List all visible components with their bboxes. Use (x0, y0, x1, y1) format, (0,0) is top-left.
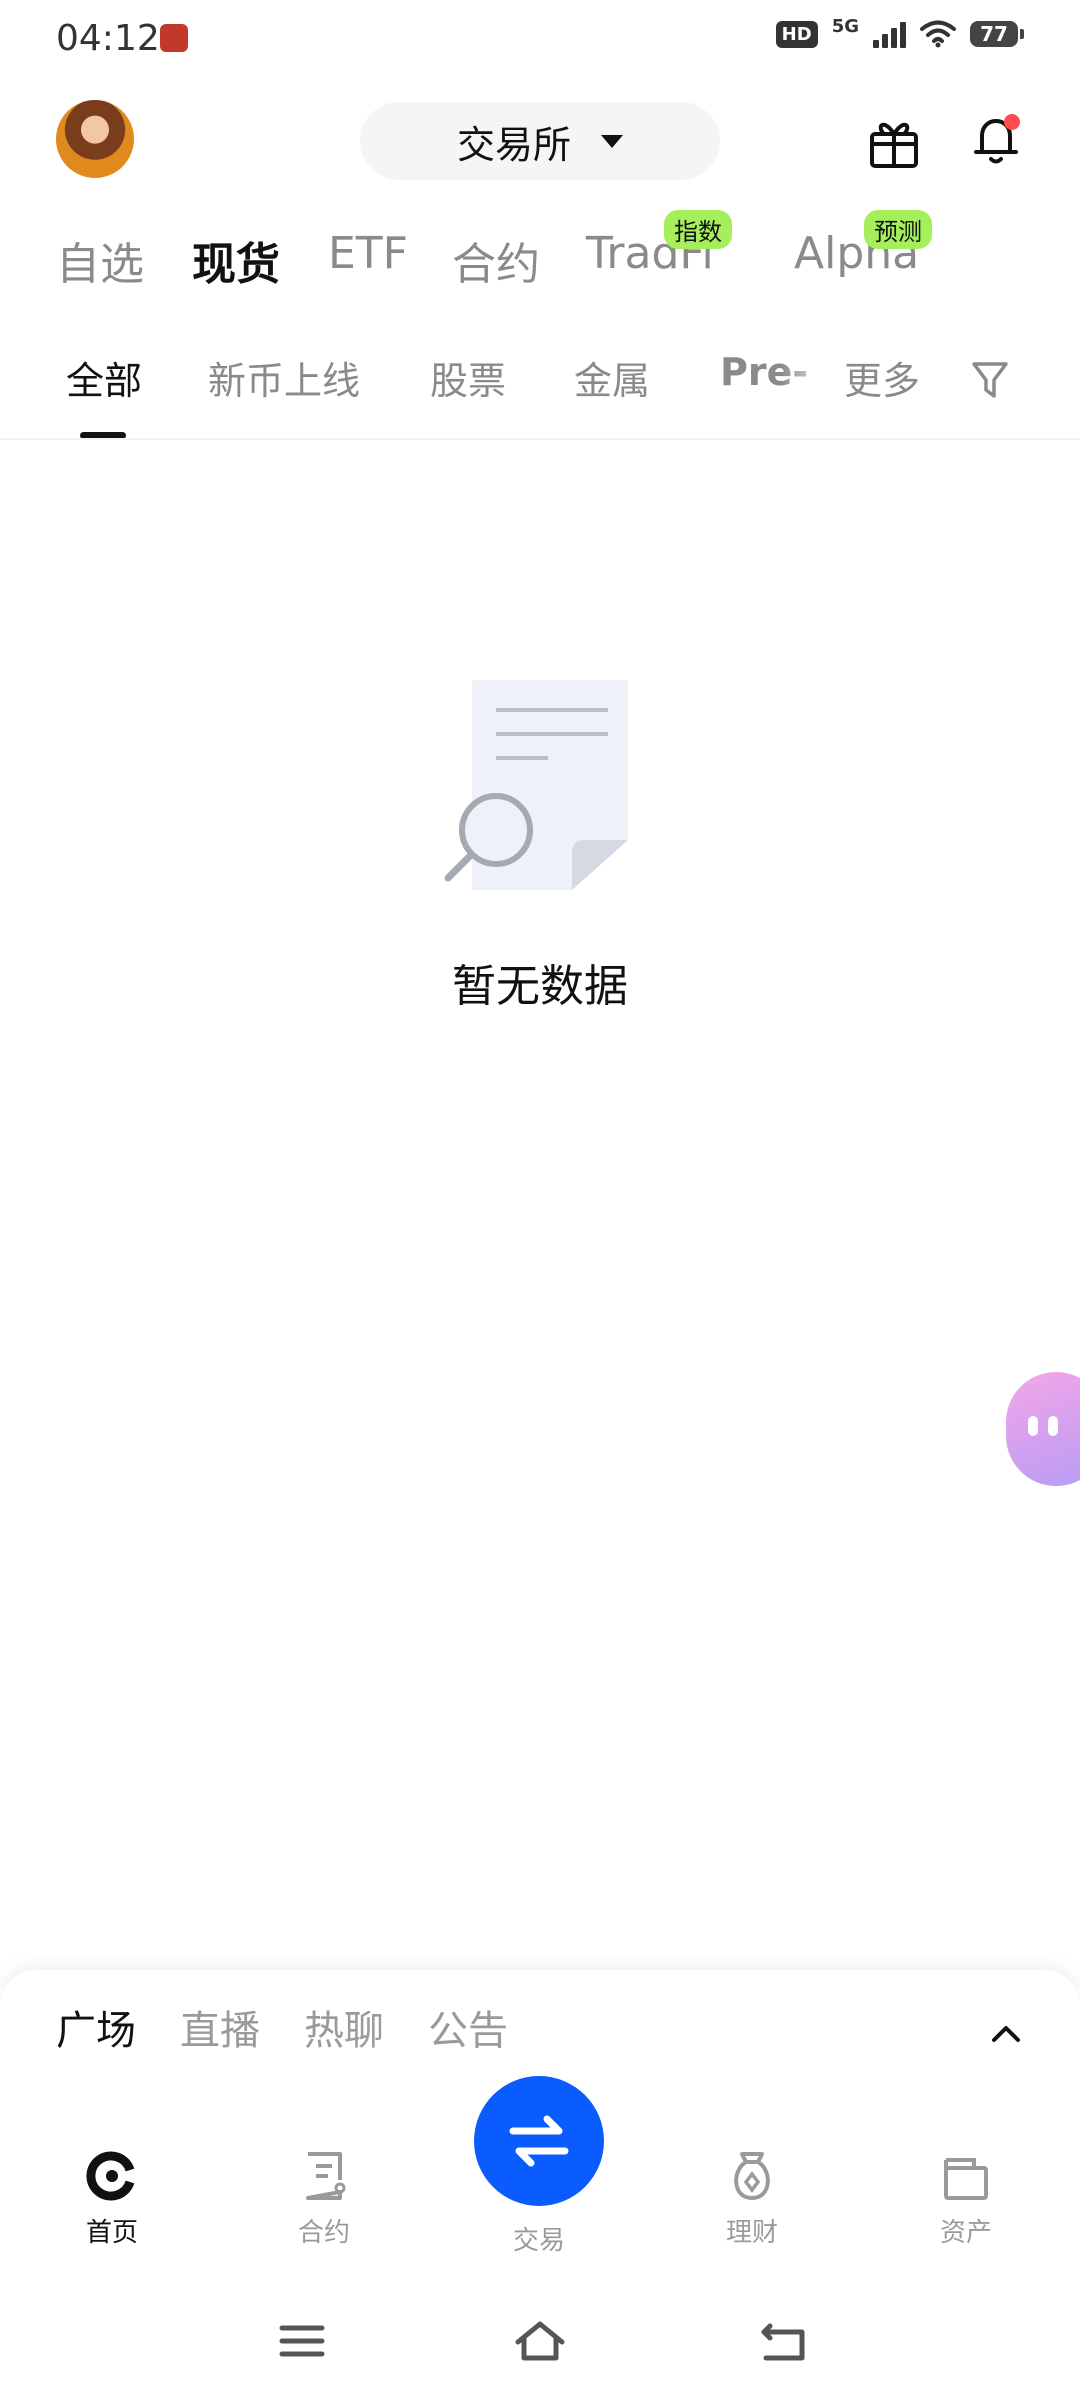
exchange-label: 交易所 (456, 122, 571, 167)
subtab-metals[interactable]: 金属 (574, 350, 650, 405)
home-nav-icon[interactable] (512, 2316, 568, 2366)
alpha-badge: 预测 (864, 210, 932, 249)
chevron-up-icon[interactable] (988, 2016, 1024, 2052)
feed-tab-live[interactable]: 直播 (180, 1998, 260, 2056)
status-indicators: HD 5G 77 (775, 16, 1024, 48)
assistant-eye-icon (1028, 1416, 1038, 1436)
feed-tab-square[interactable]: 广场 (56, 1998, 136, 2056)
status-bar: 04:12 HD 5G 77 (0, 0, 1080, 80)
caret-down-icon (601, 134, 623, 148)
nav-futures[interactable]: 合约 (264, 2148, 384, 2249)
tab-fade-overlay (780, 350, 840, 410)
hd-badge: HD (775, 20, 818, 48)
exchange-selector[interactable]: 交易所 (360, 102, 720, 180)
nav-home[interactable]: 首页 (52, 2148, 172, 2249)
empty-state-text: 暂无数据 (452, 961, 628, 1012)
tab-etf[interactable]: ETF (328, 228, 408, 279)
menu-icon[interactable] (274, 2316, 330, 2366)
divider (0, 438, 1080, 440)
assistant-eye-icon (1048, 1416, 1058, 1436)
subtab-stocks[interactable]: 股票 (430, 350, 506, 405)
filter-icon[interactable] (970, 358, 1010, 402)
contract-icon (306, 2152, 346, 2200)
tradfi-badge: 指数 (664, 210, 732, 249)
nav-label: 理财 (725, 2218, 778, 2248)
avatar[interactable] (56, 100, 134, 178)
nav-assets[interactable]: 资产 (906, 2148, 1026, 2249)
feed-tab-announcements[interactable]: 公告 (428, 1998, 508, 2056)
wifi-icon (920, 20, 956, 48)
back-icon[interactable] (756, 2316, 812, 2366)
subtab-new-listings[interactable]: 新币上线 (208, 350, 360, 405)
battery-level: 77 (970, 21, 1018, 47)
swap-icon (509, 2115, 569, 2167)
empty-document-icon (444, 680, 628, 890)
nav-label-trade: 交易 (512, 2226, 565, 2256)
category-tabs: 全部 新币上线 股票 金属 Pre-M 更多 (0, 350, 1080, 440)
trade-button[interactable] (474, 2076, 604, 2206)
tab-futures[interactable]: 合约 (452, 228, 540, 292)
nav-label: 合约 (297, 2218, 350, 2248)
notification-dot (1004, 114, 1020, 130)
subtab-all[interactable]: 全部 (66, 350, 142, 405)
app-notification-icon (160, 24, 188, 52)
nav-label: 首页 (85, 2218, 138, 2248)
assistant-bubble-button[interactable] (1006, 1372, 1080, 1486)
nav-earn[interactable]: 理财 (692, 2148, 812, 2249)
gift-icon[interactable] (866, 114, 922, 170)
subtab-more[interactable]: 更多 (844, 350, 920, 405)
feed-tab-hot-chat[interactable]: 热聊 (304, 1998, 384, 2056)
tab-spot[interactable]: 现货 (192, 228, 280, 292)
system-nav-bar (0, 2300, 1080, 2400)
tab-watchlist[interactable]: 自选 (56, 228, 144, 292)
battery-icon: 77 (970, 21, 1024, 47)
earn-icon (734, 2152, 770, 2201)
wallet-icon (944, 2158, 988, 2200)
network-type: 5G (831, 15, 859, 37)
status-time: 04:12 (56, 18, 160, 59)
home-icon (86, 2151, 135, 2201)
nav-label: 资产 (939, 2218, 992, 2248)
signal-icon (873, 20, 906, 48)
